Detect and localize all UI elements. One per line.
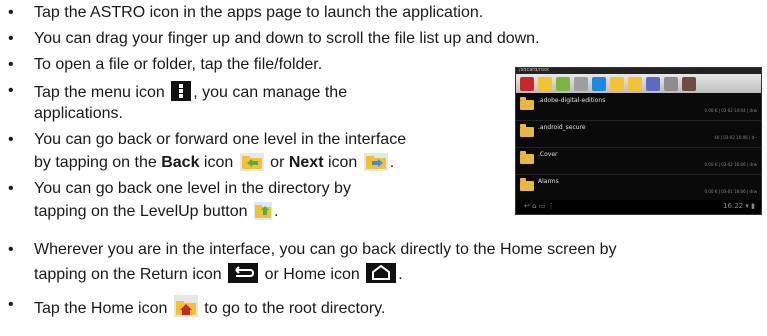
- back-label: Back: [161, 154, 200, 171]
- instruction-text: .: [398, 266, 403, 283]
- instruction-text: , you can manage the: [193, 84, 348, 101]
- bullet: •: [8, 180, 14, 197]
- bullet: •: [8, 30, 14, 47]
- nav-status: 16:22 ▾ ▮: [723, 202, 755, 210]
- file-name: .adobe-digital-editions: [538, 97, 606, 104]
- instruction-text: You can go back or forward one level in …: [34, 131, 407, 148]
- status-path: /sdcard/root: [519, 67, 550, 73]
- file-meta: 0.00 K | 03-02 14:04 | drw: [704, 108, 757, 113]
- view-icon: [646, 77, 660, 91]
- file-meta: 40 | 03-02 16:06 | d--: [714, 135, 757, 140]
- tools-icon: [574, 77, 588, 91]
- search-icon: [592, 77, 606, 91]
- nav-buttons: ↩ ⌂ ▭ ⋮: [524, 202, 555, 210]
- file-meta: 0.00 K | 03-02 16:06 | drw: [704, 162, 757, 167]
- astro-screenshot: /sdcard/root .adobe-digital-editions 0.0…: [515, 67, 762, 215]
- home-icon: [520, 77, 534, 91]
- manual-page: • Tap the ASTRO icon in the apps page to…: [0, 0, 767, 336]
- instruction-text: Tap the Home icon: [34, 300, 168, 317]
- file-row: Alarms 0.00 K | 03-01 18:06 | drw: [516, 175, 761, 202]
- bullet: •: [8, 131, 14, 148]
- file-row: .android_secure 40 | 03-02 16:06 | d--: [516, 121, 761, 148]
- instruction-text: Wherever you are in the interface, you c…: [34, 241, 617, 258]
- instruction-text: .: [273, 203, 279, 220]
- home-folder-icon: [173, 295, 198, 322]
- multi-icon: [556, 77, 570, 91]
- levelup-folder-icon: [253, 202, 272, 225]
- menu-icon: [171, 81, 192, 106]
- back-folder-icon: [239, 153, 264, 176]
- sort-icon: [664, 77, 678, 91]
- instruction-text: icon: [323, 154, 358, 171]
- folder-icon: [520, 97, 534, 110]
- file-name: .Cover: [538, 151, 558, 158]
- bullet: •: [8, 296, 14, 313]
- folder-icon: [520, 124, 534, 137]
- next-folder-icon: [363, 153, 388, 176]
- instruction-text: You can drag your finger up and down to …: [34, 30, 540, 47]
- instruction-text: To open a file or folder, tap the file/f…: [34, 56, 323, 73]
- bullet: •: [8, 56, 14, 73]
- next-icon: [628, 77, 642, 91]
- system-nav-bar: ↩ ⌂ ▭ ⋮ 16:22 ▾ ▮: [516, 200, 761, 214]
- instruction-text: or Home icon: [260, 266, 360, 283]
- file-meta: 0.00 K | 03-01 18:06 | drw: [704, 189, 757, 194]
- file-row: .Cover 0.00 K | 03-02 16:06 | drw: [516, 148, 761, 175]
- next-label: Next: [288, 154, 324, 171]
- instruction-text: by tapping on the: [34, 154, 157, 171]
- bullet: •: [8, 4, 14, 21]
- back-icon: [610, 77, 624, 91]
- home-icon: [366, 263, 397, 288]
- instruction-text: to go to the root directory.: [199, 300, 386, 317]
- instruction-text: .: [389, 154, 395, 171]
- file-row: .adobe-digital-editions 0.00 K | 03-02 1…: [516, 94, 761, 121]
- file-name: .android_secure: [538, 124, 586, 131]
- bullet: •: [8, 241, 14, 258]
- instruction-text: or: [265, 154, 285, 171]
- return-icon: [228, 263, 259, 288]
- instruction-text: Tap the menu icon: [34, 84, 165, 101]
- instruction-text: tapping on the Return icon: [34, 266, 222, 283]
- astro-toolbar: [516, 74, 761, 93]
- instruction-text: icon: [199, 154, 234, 171]
- levelup-icon: [538, 77, 552, 91]
- folder-icon: [520, 178, 534, 191]
- instruction-text: Tap the ASTRO icon in the apps page to l…: [34, 4, 484, 21]
- instruction-text: applications.: [34, 105, 123, 122]
- instruction-text: tapping on the LevelUp button: [34, 203, 248, 220]
- bullet: •: [8, 82, 14, 99]
- instruction-text: You can go back one level in the directo…: [34, 180, 351, 197]
- file-name: Alarms: [538, 178, 559, 185]
- folder-icon: [520, 151, 534, 164]
- edit-icon: [682, 77, 696, 91]
